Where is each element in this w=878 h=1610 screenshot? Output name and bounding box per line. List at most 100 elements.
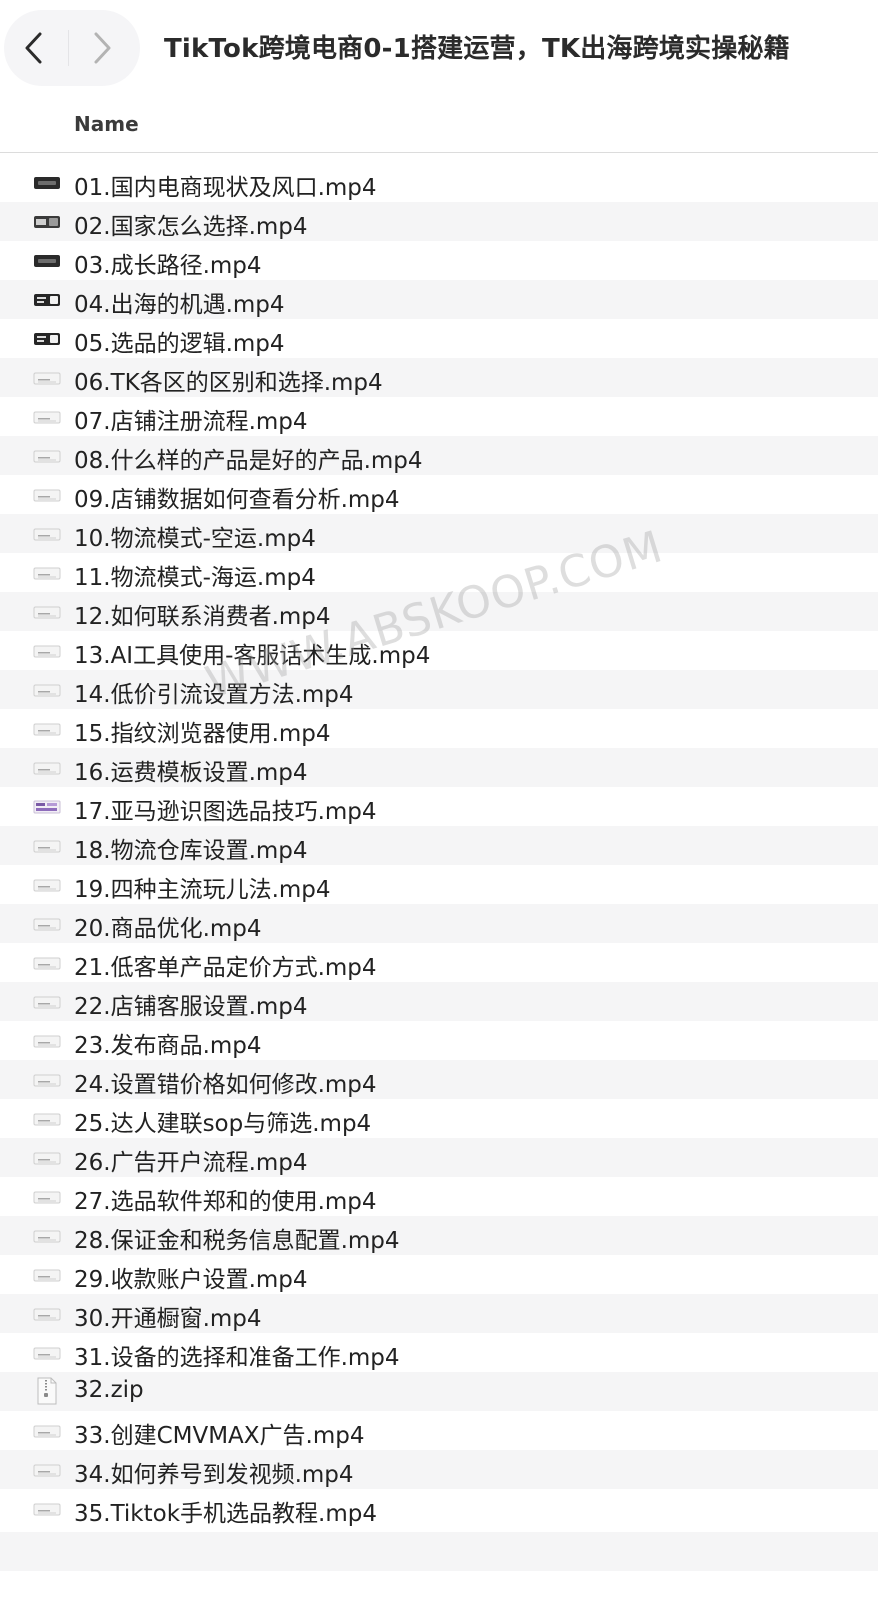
file-row[interactable]: 20.商品优化.mp4 <box>0 904 878 943</box>
video-thumbnail-icon <box>33 1347 61 1360</box>
file-row[interactable]: 21.低客单产品定价方式.mp4 <box>0 943 878 982</box>
file-name: 15.指纹浏览器使用.mp4 <box>74 721 331 747</box>
empty-row <box>0 1532 878 1571</box>
file-name: 08.什么样的产品是好的产品.mp4 <box>74 448 423 474</box>
file-name: 21.低客单产品定价方式.mp4 <box>74 955 377 981</box>
file-row[interactable]: 07.店铺注册流程.mp4 <box>0 397 878 436</box>
file-row[interactable]: 31.设备的选择和准备工作.mp4 <box>0 1333 878 1372</box>
video-thumbnail-icon <box>34 177 60 189</box>
file-name: 33.创建CMVMAX广告.mp4 <box>74 1423 365 1449</box>
file-row[interactable]: 01.国内电商现状及风口.mp4 <box>0 163 878 202</box>
video-thumbnail-icon <box>33 1230 61 1243</box>
zip-archive-icon <box>37 1377 57 1405</box>
file-row[interactable]: 08.什么样的产品是好的产品.mp4 <box>0 436 878 475</box>
back-button[interactable] <box>8 22 60 74</box>
file-name: 16.运费模板设置.mp4 <box>74 760 308 786</box>
file-row[interactable]: 24.设置错价格如何修改.mp4 <box>0 1060 878 1099</box>
video-thumbnail-icon <box>34 216 60 228</box>
file-name: 13.AI工具使用-客服话术生成.mp4 <box>74 643 431 669</box>
file-name: 02.国家怎么选择.mp4 <box>74 214 308 240</box>
file-row[interactable]: 14.低价引流设置方法.mp4 <box>0 670 878 709</box>
file-row[interactable]: 25.达人建联sop与筛选.mp4 <box>0 1099 878 1138</box>
file-name: 14.低价引流设置方法.mp4 <box>74 682 354 708</box>
file-row[interactable]: 10.物流模式-空运.mp4 <box>0 514 878 553</box>
file-row[interactable]: 05.选品的逻辑.mp4 <box>0 319 878 358</box>
file-row[interactable]: 11.物流模式-海运.mp4 <box>0 553 878 592</box>
file-row[interactable]: 27.选品软件郑和的使用.mp4 <box>0 1177 878 1216</box>
file-name: 32.zip <box>74 1377 144 1403</box>
file-name: 10.物流模式-空运.mp4 <box>74 526 316 552</box>
file-name: 18.物流仓库设置.mp4 <box>74 838 308 864</box>
file-name: 28.保证金和税务信息配置.mp4 <box>74 1228 400 1254</box>
chevron-right-icon <box>94 32 111 64</box>
file-name: 34.如何养号到发视频.mp4 <box>74 1462 354 1488</box>
file-row[interactable]: 30.开通橱窗.mp4 <box>0 1294 878 1333</box>
file-row[interactable]: 13.AI工具使用-客服话术生成.mp4 <box>0 631 878 670</box>
file-name: 27.选品软件郑和的使用.mp4 <box>74 1189 377 1215</box>
file-name: 23.发布商品.mp4 <box>74 1033 262 1059</box>
file-row[interactable]: 26.广告开户流程.mp4 <box>0 1138 878 1177</box>
video-thumbnail-icon <box>33 1152 61 1165</box>
video-thumbnail-icon <box>33 1191 61 1204</box>
video-thumbnail-icon <box>33 411 61 424</box>
video-thumbnail-icon <box>33 957 61 970</box>
video-thumbnail-icon <box>33 879 61 892</box>
file-row[interactable]: 22.店铺客服设置.mp4 <box>0 982 878 1021</box>
video-thumbnail-icon <box>33 1308 61 1321</box>
finder-window: TikTok跨境电商0-1搭建运营，TK出海跨境实操秘籍 Name 01.国内电… <box>0 0 878 1610</box>
video-thumbnail-icon <box>33 1035 61 1048</box>
video-thumbnail-icon <box>33 1425 61 1438</box>
file-name: 11.物流模式-海运.mp4 <box>74 565 316 591</box>
video-thumbnail-icon <box>34 333 60 345</box>
file-name: 12.如何联系消费者.mp4 <box>74 604 331 630</box>
video-thumbnail-icon <box>33 528 61 541</box>
video-thumbnail-icon <box>33 840 61 853</box>
file-row[interactable]: 04.出海的机遇.mp4 <box>0 280 878 319</box>
file-row[interactable]: 15.指纹浏览器使用.mp4 <box>0 709 878 748</box>
file-row[interactable]: 34.如何养号到发视频.mp4 <box>0 1450 878 1489</box>
forward-button[interactable] <box>76 22 128 74</box>
file-row[interactable]: 17.亚马逊识图选品技巧.mp4 <box>0 787 878 826</box>
file-row[interactable]: 02.国家怎么选择.mp4 <box>0 202 878 241</box>
video-thumbnail-icon <box>33 1074 61 1087</box>
file-name: 07.店铺注册流程.mp4 <box>74 409 308 435</box>
file-name: 22.店铺客服设置.mp4 <box>74 994 308 1020</box>
file-row[interactable]: 19.四种主流玩儿法.mp4 <box>0 865 878 904</box>
file-name: 03.成长路径.mp4 <box>74 253 262 279</box>
video-thumbnail-icon <box>33 1503 61 1516</box>
file-name: 06.TK各区的区别和选择.mp4 <box>74 370 383 396</box>
video-thumbnail-icon <box>33 762 61 775</box>
video-thumbnail-icon <box>33 996 61 1009</box>
file-name: 25.达人建联sop与筛选.mp4 <box>74 1111 372 1137</box>
video-thumbnail-icon <box>33 450 61 463</box>
file-row[interactable]: 29.收款账户设置.mp4 <box>0 1255 878 1294</box>
file-row[interactable]: 35.Tiktok手机选品教程.mp4 <box>0 1489 878 1528</box>
file-name: 20.商品优化.mp4 <box>74 916 262 942</box>
file-name: 26.广告开户流程.mp4 <box>74 1150 308 1176</box>
column-header-name[interactable]: Name <box>74 112 139 136</box>
video-thumbnail-icon <box>33 606 61 619</box>
file-row[interactable]: 18.物流仓库设置.mp4 <box>0 826 878 865</box>
file-name: 24.设置错价格如何修改.mp4 <box>74 1072 377 1098</box>
video-thumbnail-icon <box>33 645 61 658</box>
video-thumbnail-icon <box>33 723 61 736</box>
file-row[interactable]: 33.创建CMVMAX广告.mp4 <box>0 1411 878 1450</box>
nav-divider <box>68 30 69 66</box>
file-row[interactable]: 16.运费模板设置.mp4 <box>0 748 878 787</box>
file-row[interactable]: 32.zip <box>0 1372 878 1411</box>
file-name: 31.设备的选择和准备工作.mp4 <box>74 1345 400 1371</box>
file-row[interactable]: 12.如何联系消费者.mp4 <box>0 592 878 631</box>
file-row[interactable]: 06.TK各区的区别和选择.mp4 <box>0 358 878 397</box>
file-row[interactable]: 28.保证金和税务信息配置.mp4 <box>0 1216 878 1255</box>
file-name: 29.收款账户设置.mp4 <box>74 1267 308 1293</box>
list-header: Name <box>0 96 878 153</box>
file-row[interactable]: 03.成长路径.mp4 <box>0 241 878 280</box>
video-thumbnail-icon <box>33 489 61 502</box>
file-name: 01.国内电商现状及风口.mp4 <box>74 175 377 201</box>
file-row[interactable]: 23.发布商品.mp4 <box>0 1021 878 1060</box>
file-row[interactable]: 09.店铺数据如何查看分析.mp4 <box>0 475 878 514</box>
video-thumbnail-icon <box>33 800 61 814</box>
file-list: 01.国内电商现状及风口.mp4 02.国家怎么选择.mp4 03.成长路径.mp4… <box>0 163 878 1528</box>
file-name: 09.店铺数据如何查看分析.mp4 <box>74 487 400 513</box>
video-thumbnail-icon <box>33 684 61 697</box>
